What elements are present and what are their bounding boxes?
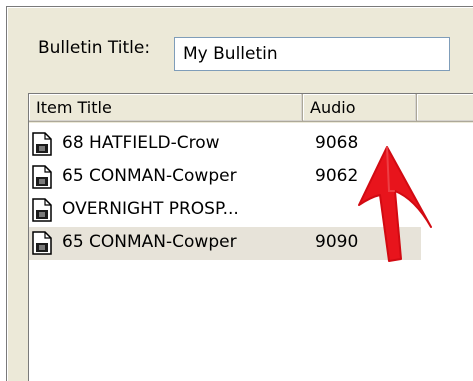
bulletin-title-label: Bulletin Title:: [38, 38, 151, 58]
column-header-audio[interactable]: Audio: [303, 94, 417, 122]
audio-document-icon: [32, 132, 52, 156]
list-header: Item Title Audio: [29, 94, 473, 123]
item-title: 65 CONMAN-Cowper: [62, 232, 237, 252]
column-header-item-title[interactable]: Item Title: [29, 94, 303, 122]
item-title: 68 HATFIELD-Crow: [62, 133, 220, 153]
bulletin-title-input[interactable]: [174, 37, 450, 71]
item-title: 65 CONMAN-Cowper: [62, 166, 237, 186]
item-title: OVERNIGHT PROSP...: [62, 199, 239, 219]
red-arrow-icon: [358, 146, 432, 262]
audio-document-icon: [32, 231, 52, 255]
audio-document-icon: [32, 165, 52, 189]
column-header-extra[interactable]: [417, 94, 473, 122]
audio-document-icon: [32, 198, 52, 222]
